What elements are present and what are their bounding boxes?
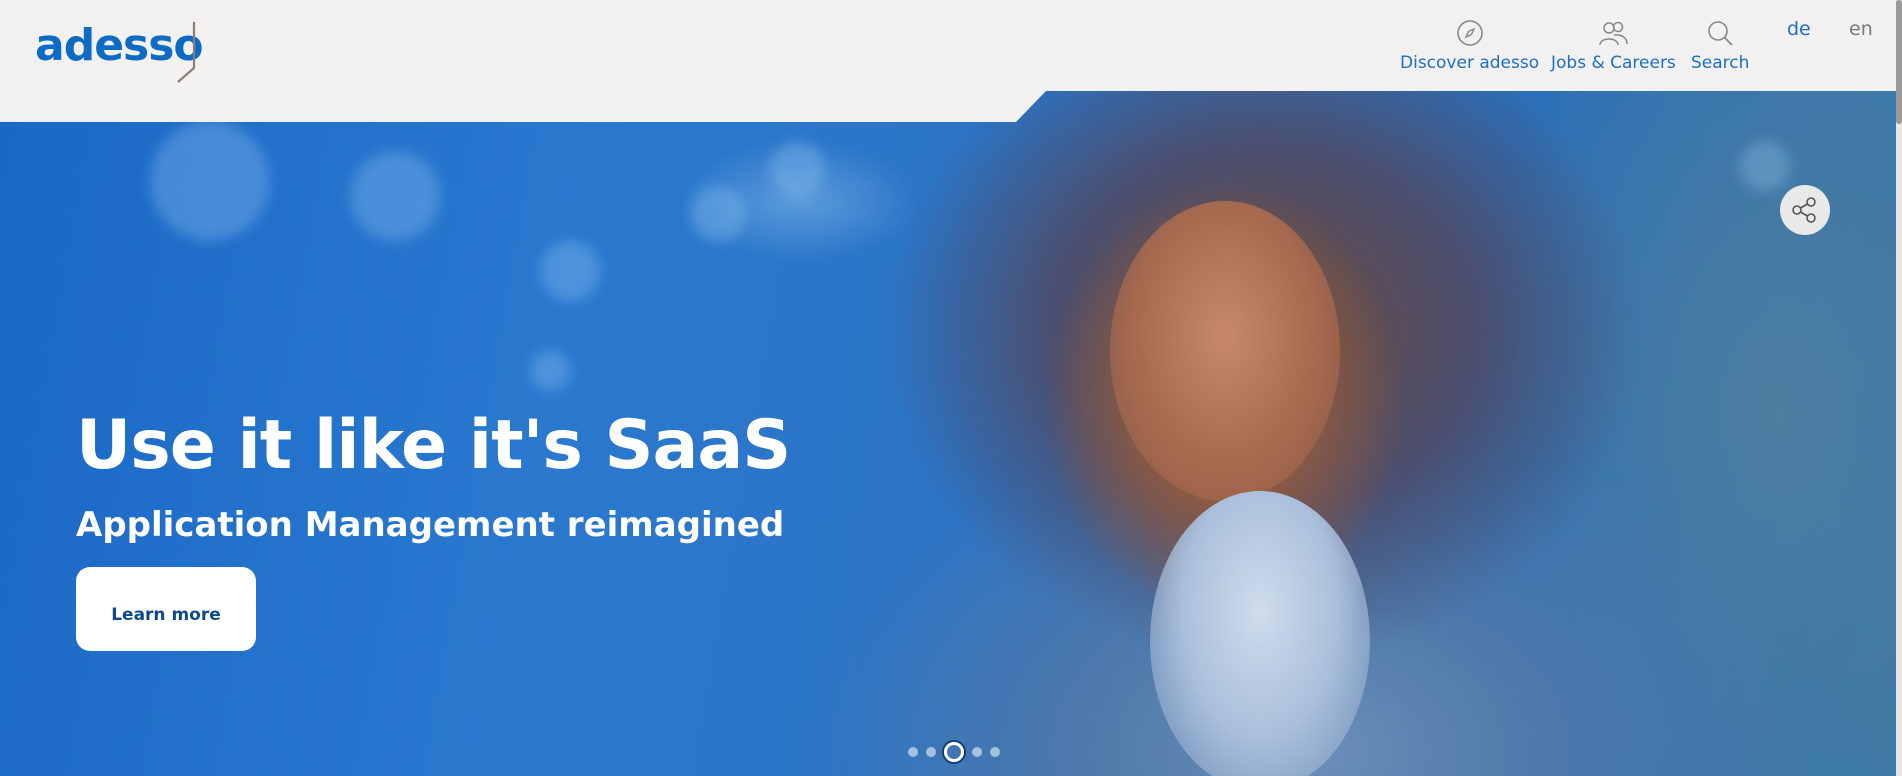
learn-more-button[interactable]: Learn more (76, 567, 256, 651)
carousel-dot[interactable] (926, 747, 936, 757)
nav-label: Jobs & Careers (1551, 53, 1676, 73)
bokeh-light (530, 351, 570, 391)
nav-jobs-careers[interactable]: Jobs & Careers (1551, 18, 1676, 73)
nav-label: Discover adesso (1400, 53, 1540, 73)
carousel-dot[interactable] (972, 747, 982, 757)
bokeh-light (1740, 141, 1790, 191)
nav-search[interactable]: Search (1691, 18, 1749, 73)
compass-icon (1456, 20, 1483, 46)
portrait-shirt (1150, 491, 1370, 776)
portrait-face (1110, 201, 1340, 501)
bokeh-light (690, 186, 746, 242)
carousel-pagination (908, 742, 1000, 762)
lang-de[interactable]: de (1787, 18, 1811, 40)
carousel-dot[interactable] (990, 747, 1000, 757)
bokeh-light (540, 241, 600, 301)
hero-banner: Use it like it's SaaS Application Manage… (0, 91, 1896, 776)
share-icon (1792, 197, 1816, 223)
hero-title: Use it like it's SaaS (76, 406, 791, 485)
scrollbar-thumb[interactable] (1896, 0, 1902, 124)
people-icon (1599, 21, 1629, 46)
search-icon (1708, 21, 1733, 46)
bokeh-light (150, 121, 270, 241)
hero-subtitle: Application Management reimagined (76, 505, 785, 545)
lang-en[interactable]: en (1849, 18, 1873, 40)
carousel-dot[interactable] (908, 747, 918, 757)
bokeh-light (770, 141, 825, 196)
nav-discover-adesso[interactable]: Discover adesso (1400, 18, 1539, 73)
carousel-dot-active[interactable] (944, 742, 964, 762)
logo-bracket-mark (177, 22, 196, 83)
bokeh-light (350, 151, 440, 241)
share-button[interactable] (1780, 185, 1830, 235)
nav-label: Search (1691, 53, 1750, 73)
